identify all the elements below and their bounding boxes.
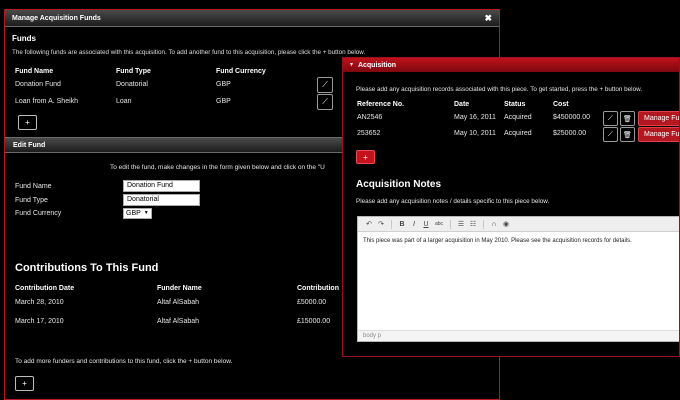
col-cost: Cost: [553, 101, 569, 108]
toolbar-divider: [483, 219, 484, 229]
edit-icon: ⟋: [322, 80, 328, 89]
funder-name-2: Altaf AlSabah: [157, 318, 200, 325]
numbered-list-icon[interactable]: ☷: [468, 220, 478, 228]
funds-description: The following funds are associated with …: [12, 49, 366, 56]
acq-status-1: Acquired: [504, 114, 532, 121]
fund-name-2: Loan from A. Sheikh: [15, 98, 79, 105]
fund-name-label: Fund Name: [15, 183, 52, 190]
acquisition-title: Acquisition: [357, 61, 397, 69]
manage-funds-button[interactable]: Manage Fun: [638, 127, 679, 142]
toolbar-divider: [450, 219, 451, 229]
acquisition-intro: Please add any acquisition records assoc…: [356, 86, 643, 93]
fund-type-input[interactable]: Donatorial: [123, 194, 200, 206]
edit-fund-instruction: To edit the fund, make changes in the fo…: [110, 164, 325, 171]
col-funder-name: Funder Name: [157, 285, 202, 292]
undo-icon[interactable]: ↶: [364, 220, 374, 228]
dialog-title: Manage Acquisition Funds: [12, 14, 101, 22]
acq-date-1: May 16, 2011: [454, 114, 496, 121]
fund-type-1: Donatorial: [116, 81, 148, 88]
acq-cost-1: $450000.00: [553, 114, 590, 121]
bullet-list-icon[interactable]: ☰: [456, 220, 466, 228]
italic-button[interactable]: I: [409, 221, 419, 228]
contribution-amount-2: £15000.00: [297, 318, 331, 325]
bold-button[interactable]: B: [397, 221, 407, 228]
acq-ref-2: 253652: [357, 130, 381, 137]
edit-icon: ⟋: [608, 114, 613, 122]
fund-name-1: Donation Fund: [15, 81, 61, 88]
editor-statusbar: body p: [358, 330, 679, 341]
fund-currency-label: Fund Currency: [15, 210, 62, 217]
edit-fund-button[interactable]: ⟋: [317, 77, 333, 93]
col-fund-type: Fund Type: [116, 68, 151, 75]
col-contribution: Contribution: [297, 285, 339, 292]
underline-button[interactable]: U: [421, 221, 431, 228]
add-acquisition-button[interactable]: +: [356, 150, 375, 164]
contribution-date-1: March 28, 2010: [15, 299, 64, 306]
delete-acquisition-button[interactable]: 🗑: [620, 127, 635, 142]
col-reference-no: Reference No.: [357, 101, 405, 108]
col-fund-name: Fund Name: [15, 68, 54, 75]
edit-acquisition-button[interactable]: ⟋: [603, 111, 618, 126]
fund-name-input[interactable]: Donation Fund: [123, 180, 200, 192]
strikethrough-button[interactable]: abc: [433, 221, 445, 227]
dialog-titlebar: Manage Acquisition Funds ✖: [5, 10, 499, 27]
edit-fund-titlebar: Edit Fund: [5, 137, 345, 153]
delete-acquisition-button[interactable]: 🗑: [620, 111, 635, 126]
acq-cost-2: $25000.00: [553, 130, 587, 137]
image-icon[interactable]: ◉: [501, 220, 511, 228]
editor-content[interactable]: This piece was part of a larger acquisit…: [358, 232, 679, 250]
col-contribution-date: Contribution Date: [15, 285, 75, 292]
notes-description: Please add any acquisition notes / detai…: [356, 198, 550, 205]
fund-currency-1: GBP: [216, 81, 231, 88]
funds-heading: Funds: [12, 34, 36, 43]
funder-name-1: Altaf AlSabah: [157, 299, 200, 306]
manage-funds-button[interactable]: Manage Fun: [638, 111, 679, 126]
fund-currency-2: GBP: [216, 98, 231, 105]
col-date: Date: [454, 101, 470, 108]
edit-fund-button[interactable]: ⟋: [317, 94, 333, 110]
contribution-amount-1: £5000.00: [297, 299, 327, 306]
fund-type-2: Loan: [116, 98, 132, 105]
edit-icon: ⟋: [322, 97, 328, 106]
acquisition-titlebar[interactable]: ▼ Acquisition: [343, 58, 679, 72]
toolbar-divider: [391, 219, 392, 229]
notes-editor[interactable]: ↶ ↷ B I U abc ☰ ☷ ∩ ◉ This piece was par…: [357, 216, 679, 342]
col-fund-currency: Fund Currency: [216, 68, 266, 75]
trash-icon: 🗑: [623, 131, 632, 139]
edit-fund-title: Edit Fund: [13, 141, 46, 149]
acquisition-dialog: ▼ Acquisition Please add any acquisition…: [342, 57, 680, 357]
fund-currency-select[interactable]: GBP ▼: [123, 208, 152, 219]
redo-icon[interactable]: ↷: [376, 220, 386, 228]
acq-ref-1: AN2546: [357, 114, 383, 121]
contributions-heading: Contributions To This Fund: [15, 262, 159, 274]
chevron-down-icon: ▼: [143, 210, 149, 216]
editor-toolbar: ↶ ↷ B I U abc ☰ ☷ ∩ ◉: [358, 217, 679, 232]
trash-icon: 🗑: [623, 115, 632, 123]
acq-date-2: May 10, 2011: [454, 130, 496, 137]
close-icon[interactable]: ✖: [484, 13, 492, 24]
edit-acquisition-button[interactable]: ⟋: [603, 127, 618, 142]
fund-currency-value: GBP: [126, 210, 141, 217]
acq-status-2: Acquired: [504, 130, 532, 137]
contributions-footer: To add more funders and contributions to…: [15, 358, 233, 365]
caret-down-icon[interactable]: ▼: [349, 62, 354, 68]
fund-type-label: Fund Type: [15, 197, 48, 204]
col-status: Status: [504, 101, 526, 108]
edit-icon: ⟋: [608, 130, 613, 138]
add-fund-button[interactable]: +: [18, 115, 37, 130]
link-icon[interactable]: ∩: [489, 221, 499, 228]
contribution-date-2: March 17, 2010: [15, 318, 64, 325]
add-contribution-button[interactable]: +: [15, 376, 34, 391]
notes-heading: Acquisition Notes: [356, 179, 442, 190]
